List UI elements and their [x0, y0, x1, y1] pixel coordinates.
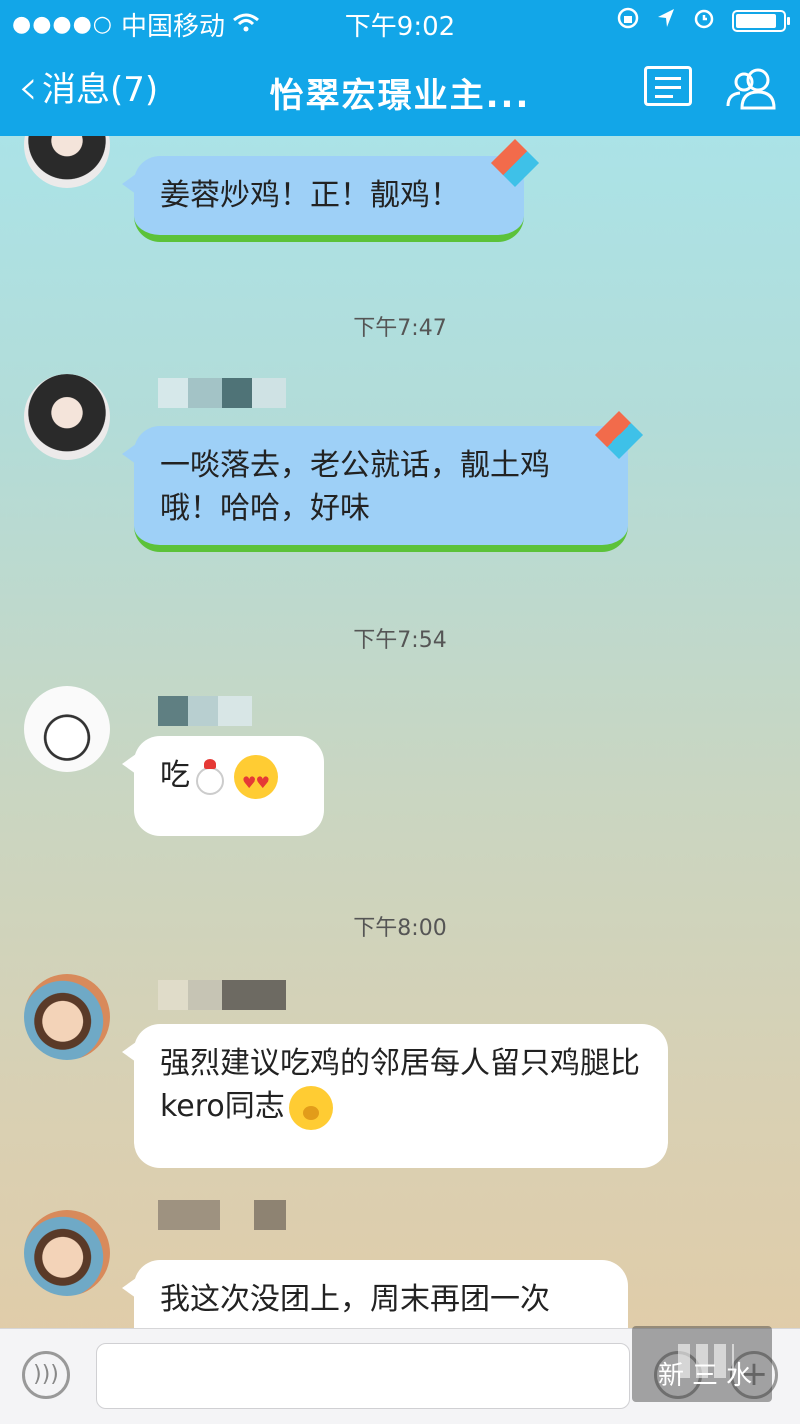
- message-bubble[interactable]: 姜蓉炒鸡！正！靓鸡！: [122, 156, 524, 242]
- avatar[interactable]: [24, 974, 110, 1060]
- chat-title: 怡翠宏璟业主...: [269, 76, 531, 116]
- avatar[interactable]: [24, 1210, 110, 1296]
- message-bubble[interactable]: 强烈建议吃鸡的邻居每人留只鸡腿比kero同志: [122, 1024, 668, 1168]
- message-bubble[interactable]: 一啖落去，老公就话，靓土鸡哦！哈哈，好味: [122, 426, 628, 552]
- heart-eyes-emoji-icon: [234, 754, 278, 804]
- thinking-emoji-icon: [288, 1085, 333, 1130]
- back-label: 消息(7): [42, 70, 159, 110]
- timestamp: 下午7:47: [353, 316, 447, 341]
- battery-icon: [732, 10, 790, 32]
- sender-name-blurred: [158, 696, 252, 726]
- group-members-icon[interactable]: [724, 66, 784, 110]
- sender-name-blurred: [158, 980, 286, 1010]
- timestamp: 下午7:54: [353, 628, 447, 653]
- message-bubble[interactable]: 我这次没团上，周末再团一次: [122, 1260, 628, 1328]
- message-text: 吃: [160, 758, 190, 793]
- sender-name-blurred: [158, 378, 286, 408]
- chicken-emoji-icon: [190, 757, 230, 797]
- sender-name-blurred: [158, 1200, 286, 1230]
- rotation-lock-icon: [616, 6, 640, 36]
- watermark: 新三水: [632, 1326, 772, 1402]
- chat-area[interactable]: 姜蓉炒鸡！正！靓鸡！ 下午7:47 一啖落去，老公就话，靓土鸡哦！哈哈，好味 下…: [0, 136, 800, 1328]
- nav-bar: ‹ 消息(7) 怡翠宏璟业主...: [0, 48, 800, 134]
- voice-input-button[interactable]: ))): [22, 1351, 70, 1399]
- message-text: 姜蓉炒鸡！正！靓鸡！: [160, 178, 460, 213]
- back-button[interactable]: ‹ 消息(7): [18, 57, 159, 116]
- timestamp: 下午8:00: [353, 916, 447, 941]
- alarm-icon: [692, 6, 716, 36]
- location-icon: [656, 7, 676, 35]
- watermark-text: 新三水: [657, 1361, 760, 1391]
- avatar[interactable]: [24, 374, 110, 460]
- message-text: 强烈建议吃鸡的邻居每人留只鸡腿比kero同志: [160, 1046, 640, 1124]
- chevron-left-icon: ‹: [18, 57, 38, 116]
- avatar[interactable]: [24, 136, 110, 188]
- sound-wave-icon: ))): [33, 1362, 59, 1387]
- status-bar: ●●●●○ 中国移动 下午9:02: [0, 0, 800, 44]
- message-text: 我这次没团上，周末再团一次: [160, 1282, 550, 1317]
- message-text: 一啖落去，老公就话，靓土鸡哦！哈哈，好味: [160, 448, 550, 526]
- message-input[interactable]: [96, 1343, 630, 1409]
- group-notice-icon[interactable]: [644, 66, 692, 106]
- message-bubble[interactable]: 吃: [122, 736, 324, 836]
- avatar[interactable]: [24, 686, 110, 772]
- top-bar: ●●●●○ 中国移动 下午9:02 ‹ 消息(7) 怡翠宏璟业主...: [0, 0, 800, 136]
